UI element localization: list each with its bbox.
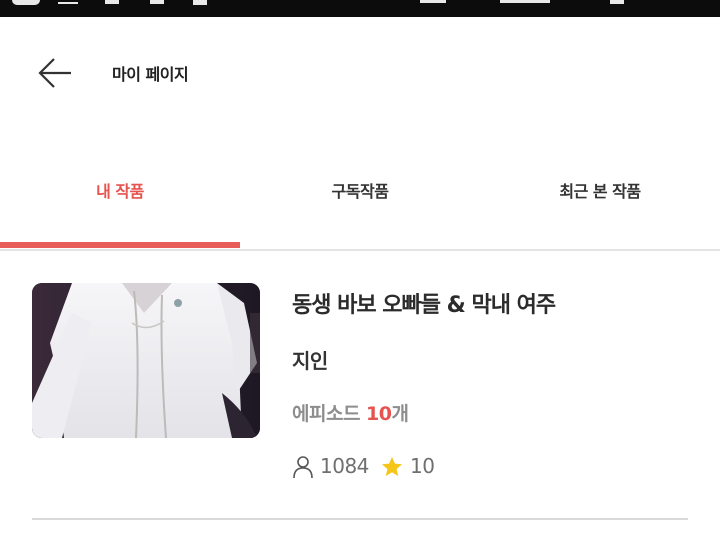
back-arrow-icon	[38, 58, 71, 88]
tab-subscribed[interactable]: 구독작품	[240, 150, 480, 250]
status-bar	[0, 0, 720, 17]
work-thumbnail	[32, 283, 260, 438]
episode-suffix: 개	[391, 403, 409, 425]
work-author: 지인	[292, 349, 328, 373]
notification-icon	[193, 0, 207, 5]
notification-icon	[150, 0, 164, 4]
work-stats: 1084 10	[292, 453, 592, 483]
episode-number: 10	[366, 403, 392, 425]
wifi-icon	[420, 0, 446, 3]
rating-value: 10	[410, 454, 435, 478]
work-card[interactable]: 동생 바보 오빠들 & 막내 여주 지인 에피소드 10개 1084 10	[32, 283, 688, 483]
signal-icon	[500, 0, 550, 3]
views-count: 1084	[320, 454, 369, 478]
tab-label: 내 작품	[96, 182, 144, 201]
tab-my-works[interactable]: 내 작품	[0, 150, 240, 250]
tab-label: 최근 본 작품	[559, 182, 641, 201]
menu-icon	[58, 2, 78, 4]
work-title: 동생 바보 오빠들 & 막내 여주	[292, 293, 556, 318]
star-icon	[382, 457, 402, 476]
tab-recent[interactable]: 최근 본 작품	[480, 150, 720, 250]
episode-prefix: 에피소드	[292, 403, 367, 425]
tab-label: 구독작품	[331, 182, 389, 201]
back-button[interactable]	[36, 54, 76, 92]
app-icon	[12, 0, 40, 5]
tab-bar: 내 작품 구독작품 최근 본 작품	[0, 150, 720, 250]
divider	[0, 249, 720, 251]
divider	[32, 518, 688, 520]
page-title: 마이 페이지	[112, 65, 189, 84]
user-icon	[293, 456, 313, 479]
active-tab-indicator	[0, 242, 240, 248]
battery-icon	[610, 0, 624, 4]
notification-icon	[105, 0, 119, 4]
episode-count: 에피소드 10개	[292, 399, 409, 426]
